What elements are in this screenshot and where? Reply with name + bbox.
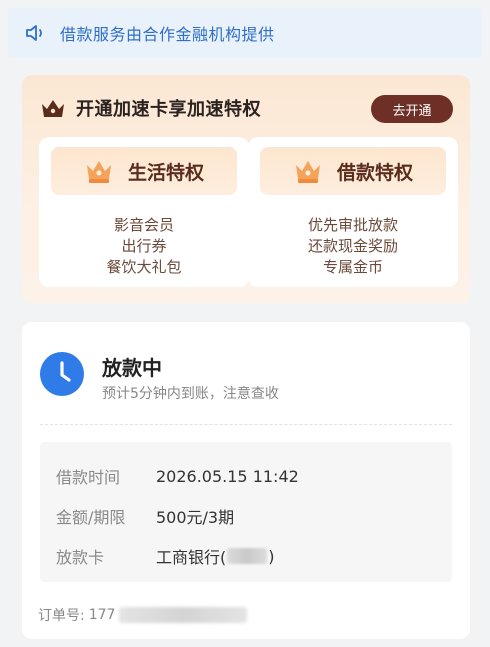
speed-card-promo: 开通加速卡享加速特权 去开通 生活特权 影音会员 出行券 餐饮大礼包 借款特权 …	[22, 75, 470, 303]
perk-item: 影音会员	[113, 216, 174, 234]
order-number: 订单号: 177	[38, 605, 248, 625]
bank-name: 工商银行(	[156, 548, 227, 567]
perk-header: 借款特权	[260, 147, 446, 195]
crown-icon	[295, 161, 320, 183]
perk-title: 生活特权	[127, 161, 204, 184]
divider	[40, 424, 452, 425]
order-label: 订单号:	[38, 608, 85, 624]
detail-row-time: 借款时间 2026.05.15 11:42	[56, 464, 299, 488]
perk-card-loan[interactable]: 借款特权 优先审批放款 还款现金奖励 专属金币	[248, 137, 458, 287]
promo-title: 开通加速卡享加速特权	[76, 99, 261, 120]
perk-item: 还款现金奖励	[307, 237, 398, 255]
loan-detail-panel: 借款时间 2026.05.15 11:42 金额/期限 500元/3期 放款卡 …	[40, 442, 452, 582]
promo-header: 开通加速卡享加速特权	[40, 95, 261, 121]
open-speed-card-button[interactable]: 去开通	[371, 95, 453, 123]
loan-status-card: 放款中 预计5分钟内到账，注意查收 借款时间 2026.05.15 11:42 …	[22, 322, 470, 639]
detail-row-amount: 金额/期限 500元/3期	[56, 504, 234, 528]
detail-label: 放款卡	[56, 548, 105, 567]
masked-card-number	[227, 548, 268, 564]
clock-icon	[40, 352, 84, 396]
detail-value: 2026.05.15 11:42	[156, 466, 299, 486]
perk-item: 专属金币	[322, 258, 383, 276]
bank-suffix: )	[268, 546, 275, 566]
perk-item: 出行券	[121, 237, 167, 255]
perk-list: 影音会员 出行券 餐饮大礼包	[39, 215, 249, 278]
detail-label: 金额/期限	[56, 508, 126, 527]
detail-value: 500元/3期	[156, 508, 235, 527]
masked-order-number	[119, 607, 248, 623]
perk-item: 优先审批放款	[307, 216, 398, 234]
perk-card-life[interactable]: 生活特权 影音会员 出行券 餐饮大礼包	[39, 137, 249, 287]
crown-icon	[86, 161, 111, 183]
crown-icon	[42, 100, 64, 117]
detail-label: 借款时间	[56, 468, 121, 487]
detail-row-card: 放款卡 工商银行( )	[56, 544, 275, 568]
notice-bar: 借款服务由合作金融机构提供	[8, 8, 482, 58]
status-title: 放款中	[102, 356, 162, 380]
detail-value: 工商银行( )	[156, 544, 275, 568]
order-prefix: 177	[88, 607, 116, 623]
status-subtitle: 预计5分钟内到账，注意查收	[102, 386, 279, 402]
perk-item: 餐饮大礼包	[106, 258, 182, 276]
perk-title: 借款特权	[336, 161, 413, 184]
perk-list: 优先审批放款 还款现金奖励 专属金币	[248, 215, 458, 278]
notice-text: 借款服务由合作金融机构提供	[60, 25, 275, 44]
perk-header: 生活特权	[51, 147, 237, 195]
loan-status-page: 借款服务由合作金融机构提供 开通加速卡享加速特权 去开通 生活特权 影音会员 出…	[0, 0, 490, 647]
speaker-icon	[26, 25, 42, 41]
